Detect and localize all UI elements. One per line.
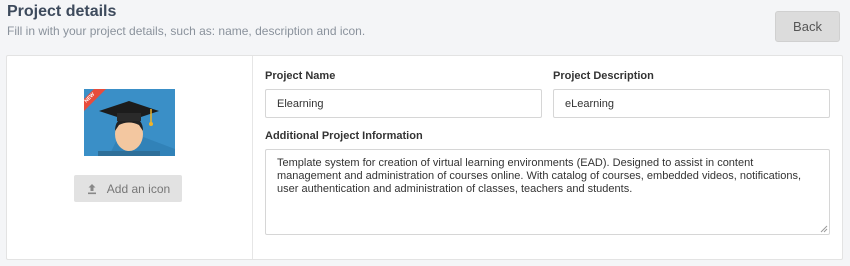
back-button[interactable]: Back <box>775 11 840 42</box>
icon-panel: NEW Add an icon <box>7 56 253 259</box>
add-icon-button[interactable]: Add an icon <box>74 175 182 202</box>
project-description-label: Project Description <box>553 70 654 82</box>
page-header: Project details Fill in with your projec… <box>7 2 365 39</box>
project-details-card: NEW Add an icon Project Name Elearning P… <box>6 55 843 260</box>
add-icon-label: Add an icon <box>106 181 171 196</box>
resize-handle-icon[interactable] <box>819 224 828 233</box>
project-icon-image: NEW <box>84 89 175 156</box>
page-subtitle: Fill in with your project details, such … <box>7 24 366 38</box>
project-description-input[interactable]: eLearning <box>553 89 830 118</box>
page-title: Project details <box>7 3 117 20</box>
additional-info-text: Template system for creation of virtual … <box>277 157 802 195</box>
project-name-input[interactable]: Elearning <box>265 89 542 118</box>
project-name-label: Project Name <box>265 70 336 82</box>
additional-info-label: Additional Project Information <box>265 130 423 142</box>
additional-info-textarea[interactable]: Template system for creation of virtual … <box>265 149 830 235</box>
upload-icon <box>87 183 96 194</box>
